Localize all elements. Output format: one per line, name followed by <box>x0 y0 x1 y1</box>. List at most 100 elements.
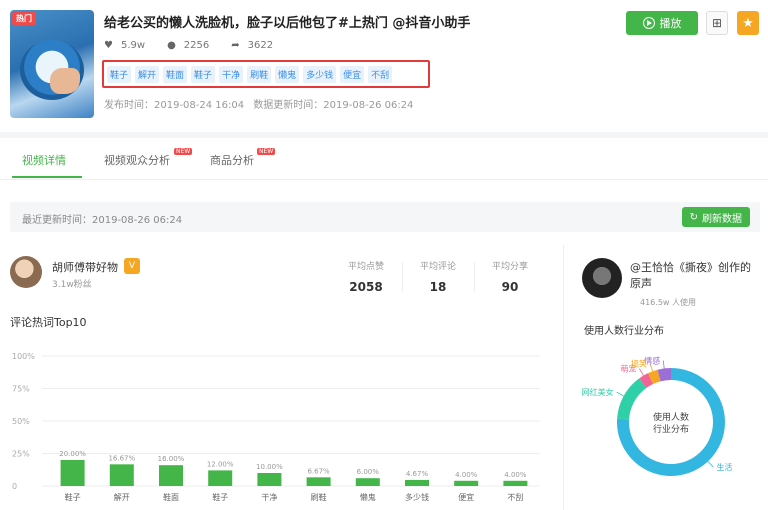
bar <box>454 480 479 486</box>
bar-value-label: 12.00% <box>207 460 234 468</box>
comments-value: 2256 <box>183 40 210 51</box>
active-tab-indicator <box>12 176 82 178</box>
refresh-label: 刷新数据 <box>702 213 742 225</box>
comments-stat: ● 2256 <box>167 40 209 51</box>
metric-label: 平均点赞 <box>347 262 384 272</box>
tag-item[interactable]: 多少钱 <box>303 65 337 83</box>
bar-value-label: 20.00% <box>59 450 86 458</box>
tab-audience-analysis[interactable]: 视频观众分析 <box>104 152 170 168</box>
tag-item[interactable]: 干净 <box>219 65 244 83</box>
tag-item[interactable]: 不刮 <box>368 65 393 83</box>
bar <box>503 480 528 486</box>
thumbnail-hand <box>50 68 80 94</box>
update-bar: 最近更新时间：2019-08-26 06:24 ↻ 刷新数据 <box>10 202 760 232</box>
author-name[interactable]: 胡师傅带好物 <box>52 259 118 275</box>
metric-avg-likes: 平均点赞 2058 <box>336 259 396 294</box>
y-tick-label: 0 <box>12 482 17 491</box>
tag-item[interactable]: 便宜 <box>340 65 365 83</box>
last-update-time: 最近更新时间：2019-08-26 06:24 <box>22 215 183 226</box>
bar <box>257 473 282 486</box>
industry-donut-chart: 生活网红美女萌宠搞笑情感使用人数行业分布 <box>582 355 732 476</box>
music-name[interactable]: @王恰恰《撕夜》创作的原声 <box>630 260 760 292</box>
tag-item[interactable]: 鞋面 <box>163 65 188 83</box>
metric-avg-comments: 平均评论 18 <box>408 259 468 294</box>
likes-value: 5.9w <box>120 40 146 51</box>
bar <box>405 479 429 486</box>
donut-segment-label: 网红美女 <box>582 387 614 397</box>
x-tick-label: 鞋面 <box>163 492 179 502</box>
metric-value: 18 <box>429 280 447 294</box>
donut-center-label: 使用人数 <box>653 411 689 423</box>
play-label: 播放 <box>659 17 682 30</box>
x-tick-label: 干净 <box>261 492 277 502</box>
publish-time: 发布时间：2019-08-24 16:04 <box>104 100 245 111</box>
bar <box>60 460 85 486</box>
donut-segment <box>648 369 661 385</box>
author-fans: 3.1w粉丝 <box>52 280 92 290</box>
qr-code-button[interactable]: ⊞ <box>706 11 728 35</box>
bar-value-label: 4.67% <box>406 470 429 478</box>
data-update-time: 数据更新时间：2019-08-26 06:24 <box>253 100 414 111</box>
tag-item[interactable]: 解开 <box>135 65 160 83</box>
metric-value: 90 <box>501 280 519 294</box>
bar <box>208 470 233 486</box>
bar-value-label: 10.00% <box>256 463 283 471</box>
metric-avg-shares: 平均分享 90 <box>480 259 540 294</box>
play-icon <box>642 17 655 29</box>
heart-icon: ♥ <box>104 40 113 51</box>
hot-badge: 热门 <box>12 12 36 25</box>
qr-code-icon: ⊞ <box>711 16 723 30</box>
comment-icon: ● <box>167 40 176 51</box>
x-tick-label: 便宜 <box>458 492 474 502</box>
refresh-icon: ↻ <box>689 211 698 223</box>
donut-segment-label: 生活 <box>716 462 732 472</box>
bar-value-label: 16.67% <box>108 454 135 462</box>
donut-leader-line <box>616 391 624 397</box>
bar <box>159 465 183 486</box>
share-icon: ➦ <box>231 40 240 51</box>
donut-leader-line <box>707 461 714 468</box>
tag-item[interactable]: 懒鬼 <box>275 65 300 83</box>
donut-segment <box>639 373 654 389</box>
panel-divider <box>563 245 564 510</box>
tag-list: 鞋子 解开 鞋面 鞋子 干净 刷鞋 懒鬼 多少钱 便宜 不刮 <box>102 60 430 88</box>
video-stats: ♥ 5.9w ● 2256 ➦ 3622 <box>104 40 273 51</box>
video-title[interactable]: 给老公买的懒人洗脸机，脸子以后他包了#上热门 @抖音小助手 <box>104 12 470 31</box>
shares-stat: ➦ 3622 <box>231 40 273 51</box>
tab-product-analysis[interactable]: 商品分析 <box>210 152 254 168</box>
tab-video-detail[interactable]: 视频详情 <box>22 152 66 168</box>
metric-label: 平均评论 <box>419 262 456 272</box>
tag-item[interactable]: 鞋子 <box>191 65 216 83</box>
x-tick-label: 不刮 <box>507 492 523 502</box>
y-tick-label: 100% <box>12 352 35 361</box>
new-badge: NEW <box>174 148 193 155</box>
shares-value: 3622 <box>247 40 274 51</box>
y-tick-label: 50% <box>12 417 30 426</box>
bar <box>109 464 134 486</box>
donut-segment <box>617 378 647 420</box>
tag-item[interactable]: 刷鞋 <box>247 65 272 83</box>
video-thumbnail[interactable]: 热门 <box>10 10 94 118</box>
music-avatar[interactable] <box>582 258 622 298</box>
x-tick-label: 懒鬼 <box>360 492 376 502</box>
tag-item[interactable]: 鞋子 <box>107 65 132 83</box>
new-badge: NEW <box>257 148 276 155</box>
page: 热门 给老公买的懒人洗脸机，脸子以后他包了#上热门 @抖音小助手 ♥ 5.9w … <box>0 0 768 510</box>
play-button[interactable]: 播放 <box>626 11 698 35</box>
refresh-button[interactable]: ↻ 刷新数据 <box>681 207 750 227</box>
publish-info: 发布时间：2019-08-24 16:04 数据更新时间：2019-08-26 … <box>104 96 419 111</box>
bar-value-label: 4.00% <box>504 471 527 479</box>
chart-title: 评论热词Top10 <box>10 316 87 329</box>
verified-badge: V <box>124 258 140 274</box>
star-icon: ★ <box>742 15 754 31</box>
industry-distribution-title: 使用人数行业分布 <box>584 326 664 337</box>
comment-keywords-chart: 100% 75% 50% 25% 0 20.00% 鞋子 16.67% 解开 16.00% 鞋面 12… <box>12 352 540 502</box>
metric-value: 2058 <box>349 280 383 294</box>
music-users: 416.5w 人使用 <box>640 298 696 307</box>
x-tick-label: 鞋子 <box>212 492 228 502</box>
x-tick-label: 解开 <box>114 492 130 502</box>
donut-segment-label: 情感 <box>644 355 660 365</box>
bar <box>355 478 380 486</box>
favorite-button[interactable]: ★ <box>737 11 759 35</box>
author-avatar[interactable] <box>10 256 42 288</box>
